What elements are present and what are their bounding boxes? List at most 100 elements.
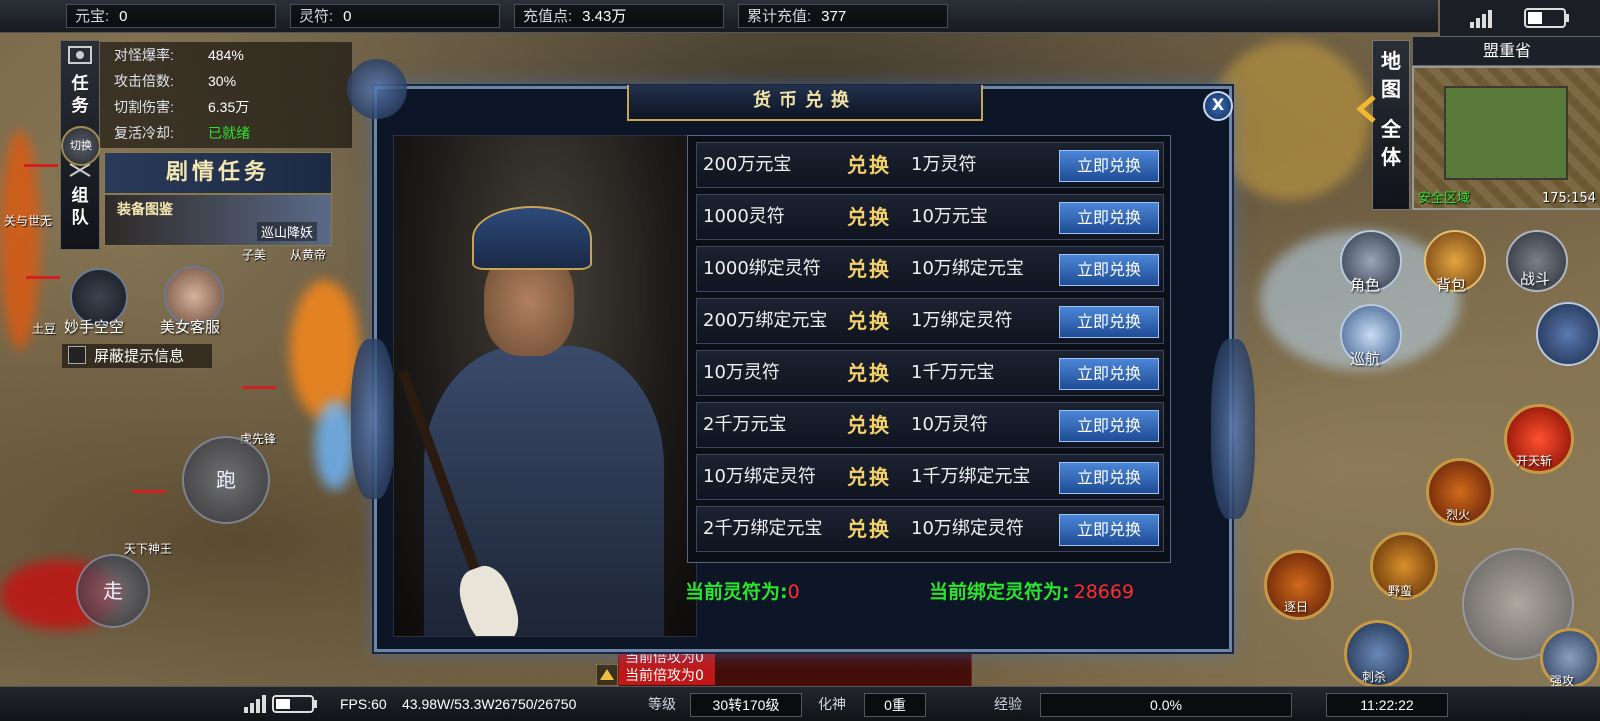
exchange-row: 1000灵符 兑换 10万元宝 立即兑换	[696, 194, 1164, 240]
minimap[interactable]: 安全区域 175:154	[1412, 66, 1600, 210]
npc-label: 关与世无	[4, 214, 53, 228]
level-label: 等级	[648, 696, 676, 712]
switch-button[interactable]: 切换	[61, 126, 101, 166]
currency-exchange-dialog: 货币兑换 X 200万元宝 兑换 1万灵符 立即兑换 1000灵符 兑换 10万元宝 立即兑…	[347, 59, 1255, 652]
equip-banner-subtitle: 巡山降妖	[256, 222, 317, 241]
dialog-title: 货币兑换	[627, 85, 983, 121]
signal-icon	[244, 695, 266, 713]
stat-row: 对怪爆率: 484%	[114, 47, 244, 63]
exchange-now-button[interactable]: 立即兑换	[1059, 410, 1159, 442]
exchange-now-button[interactable]: 立即兑换	[1059, 150, 1159, 182]
character-label: 角色	[1350, 276, 1381, 294]
transform-label: 化神	[818, 696, 846, 712]
chevron-left-icon[interactable]	[1354, 94, 1378, 124]
patrol-label: 巡航	[1350, 350, 1381, 368]
exchange-row: 1000绑定灵符 兑换 10万绑定元宝 立即兑换	[696, 246, 1164, 292]
toggle-icon[interactable]	[67, 45, 93, 65]
dialog-ornament	[351, 339, 395, 499]
skill-label: 刺杀	[1362, 670, 1387, 684]
stat-row: 复活冷却: 已就绪	[114, 125, 250, 141]
walk-button[interactable]: 走	[76, 554, 150, 628]
tab-team[interactable]: 组队	[71, 185, 89, 229]
dialog-ornament	[1211, 339, 1255, 519]
hp-bar	[24, 164, 58, 167]
npc-label: 土豆	[32, 322, 57, 336]
bottom-status-bar: FPS:60 43.98W/53.3W26750/26750 等级 30转170…	[0, 686, 1600, 721]
exchange-now-button[interactable]: 立即兑换	[1059, 514, 1159, 546]
exchange-now-button[interactable]: 立即兑换	[1059, 306, 1159, 338]
top-resource-bar: 元宝: 0 灵符: 0 充值点: 3.43万 累计充值: 377	[0, 0, 1438, 33]
system-message-box: 当前倍攻为0 当前倍攻为0	[618, 648, 972, 688]
equipment-codex-banner[interactable]: 装备图鉴 巡山降妖	[104, 194, 332, 246]
stat-row: 攻击倍数: 30%	[114, 73, 237, 89]
skill-label: 烈火	[1446, 508, 1471, 522]
skill-label: 开天斩	[1516, 454, 1553, 468]
hp-bar	[26, 276, 60, 279]
level-value: 30转170级	[690, 693, 802, 717]
fire-effect	[0, 130, 40, 350]
exp-value: 0.0%	[1040, 693, 1292, 717]
exchange-now-button[interactable]: 立即兑换	[1059, 254, 1159, 286]
npc-label: 子美	[242, 248, 267, 262]
skill-label: 逐日	[1284, 600, 1309, 614]
resource-recharge-points: 充值点: 3.43万	[514, 4, 724, 28]
hp-mp-readout: 43.98W/53.3W26750/26750	[402, 696, 577, 712]
signal-icon	[1470, 10, 1492, 28]
tab-task[interactable]: 任务	[71, 73, 89, 117]
current-lingfu: 当前灵符为:0	[685, 581, 800, 603]
safe-zone-label: 安全区域	[1418, 191, 1471, 206]
tab-all[interactable]: 全体	[1380, 109, 1402, 171]
transform-value: 0重	[864, 693, 926, 717]
building-glow	[1210, 40, 1370, 200]
exp-label: 经验	[994, 696, 1022, 712]
battery-icon	[1524, 8, 1569, 28]
bag-label: 背包	[1436, 276, 1467, 294]
pickpocket-label: 妙手空空	[64, 318, 125, 336]
hp-bar	[132, 490, 166, 493]
npc-label: 天下神王	[124, 542, 173, 556]
lightning-effect	[315, 400, 355, 490]
checkbox[interactable]	[68, 346, 86, 364]
npc-label: 从黄帝	[290, 248, 327, 262]
equip-banner-title: 装备图鉴	[117, 202, 173, 218]
portrait-figure-hat	[472, 206, 592, 270]
exchange-row: 10万灵符 兑换 1千万元宝 立即兑换	[696, 350, 1164, 396]
close-button[interactable]: X	[1203, 91, 1233, 121]
stat-row: 切割伤害: 6.35万	[114, 99, 250, 115]
resource-yuanbao: 元宝: 0	[66, 4, 276, 28]
npc-portrait	[393, 135, 697, 637]
map-side-tabs: 地图 全体	[1372, 40, 1410, 210]
resource-lingfu: 灵符: 0	[290, 4, 500, 28]
exchange-row: 200万绑定元宝 兑换 1万绑定灵符 立即兑换	[696, 298, 1164, 344]
exchange-now-button[interactable]: 立即兑换	[1059, 358, 1159, 390]
resource-total-recharge: 累计充值: 377	[738, 4, 948, 28]
battery-icon	[272, 695, 317, 713]
clock: 11:22:22	[1326, 693, 1448, 717]
exchange-row: 200万元宝 兑换 1万灵符 立即兑换	[696, 142, 1164, 188]
minimap-title: 盟重省	[1412, 36, 1600, 66]
tab-map[interactable]: 地图	[1380, 41, 1402, 103]
fire-effect	[290, 280, 360, 420]
minimap-town	[1444, 86, 1568, 180]
hp-bar	[242, 386, 276, 389]
story-quest-banner[interactable]: 剧情任务	[104, 152, 332, 194]
run-button[interactable]: 跑	[182, 436, 270, 524]
exchange-now-button[interactable]: 立即兑换	[1059, 462, 1159, 494]
coordinates: 175:154	[1541, 191, 1596, 206]
customer-service-label: 美女客服	[160, 318, 221, 336]
dialog-ornament	[347, 59, 407, 119]
exchange-now-button[interactable]: 立即兑换	[1059, 202, 1159, 234]
battle-label: 战斗	[1520, 270, 1551, 288]
message-line: 当前倍攻为0	[619, 667, 715, 685]
combat-stats-panel: 对怪爆率: 484% 攻击倍数: 30% 切割伤害: 6.35万 复活冷却: 已就绪	[100, 42, 352, 148]
skill-label: 野蛮	[1388, 584, 1413, 598]
exchange-row: 2千万元宝 兑换 10万灵符 立即兑换	[696, 402, 1164, 448]
device-status	[1440, 0, 1600, 36]
fps-readout: FPS:60	[340, 696, 387, 712]
exchange-row: 10万绑定灵符 兑换 1千万绑定元宝 立即兑换	[696, 454, 1164, 500]
target-lock-button[interactable]	[1536, 302, 1600, 366]
arrow-up-icon[interactable]	[596, 664, 618, 686]
exchange-row: 2千万绑定元宝 兑换 10万绑定灵符 立即兑换	[696, 506, 1164, 552]
mask-tips-toggle[interactable]: 屏蔽提示信息	[62, 344, 212, 368]
exchange-list: 200万元宝 兑换 1万灵符 立即兑换 1000灵符 兑换 10万元宝 立即兑换 1000绑…	[687, 135, 1171, 563]
